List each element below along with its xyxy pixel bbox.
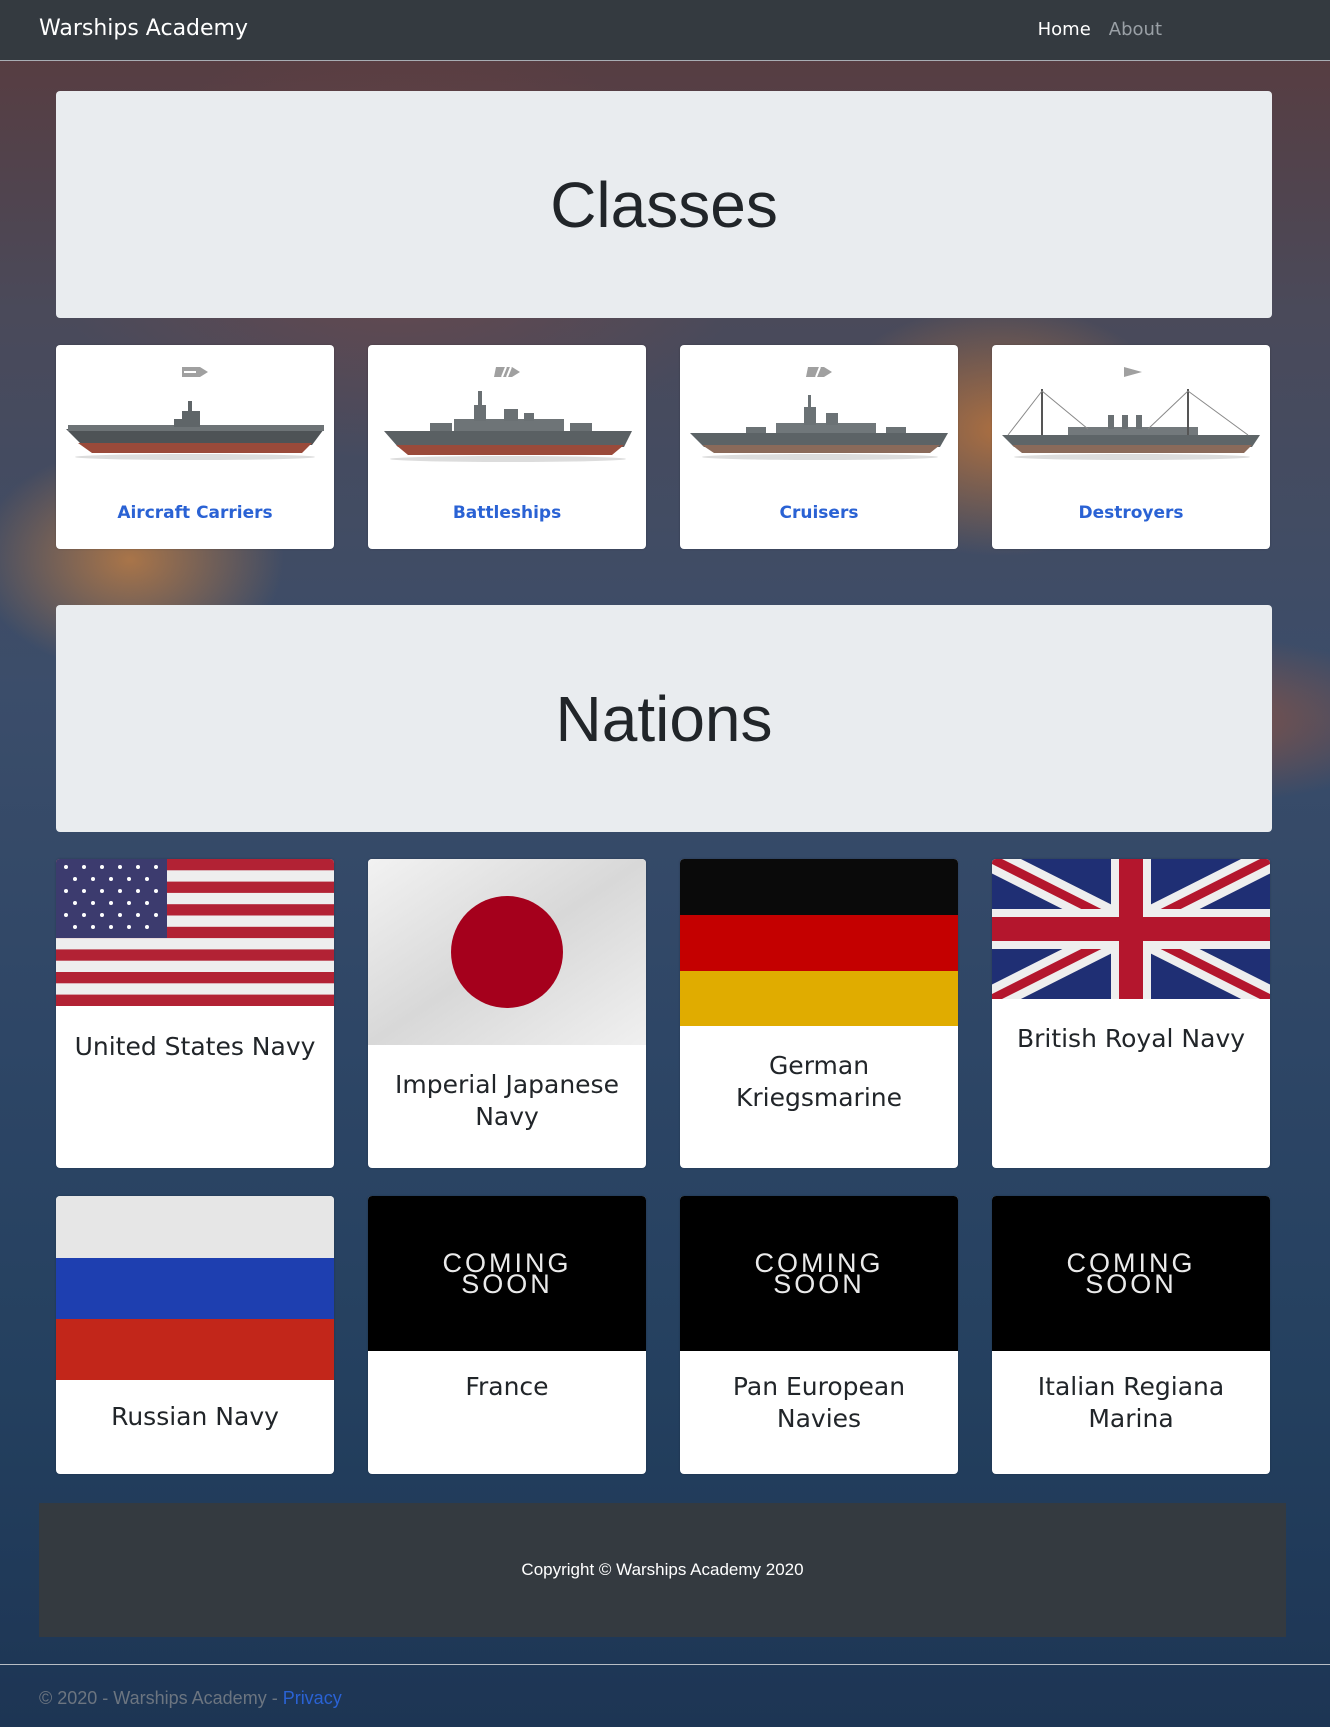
coming-soon-image: COMING SOON <box>680 1196 958 1351</box>
russia-flag-icon <box>56 1196 334 1380</box>
nation-name: France <box>465 1372 549 1401</box>
uk-flag-icon <box>992 859 1270 999</box>
nation-name: Imperial Japanese Navy <box>395 1070 619 1131</box>
class-card-destroyers[interactable]: Destroyers <box>992 345 1270 549</box>
nations-jumbotron: Nations <box>56 605 1272 832</box>
nation-card-italy[interactable]: COMING SOON Italian Regiana Marina <box>992 1196 1270 1474</box>
nation-card-united-kingdom[interactable]: British Royal Navy <box>992 859 1270 1168</box>
nation-name: United States Navy <box>74 1032 316 1061</box>
destroyer-image <box>992 345 1270 475</box>
nation-card-united-states[interactable]: United States Navy <box>56 859 334 1168</box>
nation-name: Russian Navy <box>111 1402 279 1431</box>
nations-heading: Nations <box>555 682 773 755</box>
footer-divider <box>0 1664 1330 1665</box>
cruiser-class-icon <box>806 366 832 378</box>
nav-about-link[interactable]: About <box>1109 19 1162 40</box>
japan-flag-icon <box>368 859 646 1045</box>
coming-soon-text-2: SOON <box>773 1268 865 1299</box>
cruiser-image <box>680 345 958 475</box>
class-card-aircraft-carriers[interactable]: Aircraft Carriers <box>56 345 334 549</box>
aircraft-carrier-class-icon <box>182 367 208 377</box>
battleship-image <box>368 345 646 475</box>
destroyer-ship-icon <box>1002 389 1260 460</box>
nation-card-pan-european[interactable]: COMING SOON Pan European Navies <box>680 1196 958 1474</box>
nav-links: Home About <box>1038 19 1162 40</box>
brand-link[interactable]: Warships Academy <box>39 16 248 41</box>
nation-card-japan[interactable]: Imperial Japanese Navy <box>368 859 646 1168</box>
bottom-footer: © 2020 - Warships Academy - Privacy <box>39 1688 342 1709</box>
coming-soon-text-2: SOON <box>461 1268 553 1299</box>
coming-soon-text-2: SOON <box>1085 1268 1177 1299</box>
aircraft-carriers-link[interactable]: Aircraft Carriers <box>56 503 334 523</box>
privacy-link[interactable]: Privacy <box>283 1688 342 1708</box>
battleships-link[interactable]: Battleships <box>368 503 646 523</box>
germany-flag-icon <box>680 859 958 1026</box>
nation-name: British Royal Navy <box>1016 1024 1246 1053</box>
top-navbar: Warships Academy Home About <box>0 0 1330 61</box>
coming-soon-image: COMING SOON <box>368 1196 646 1351</box>
nation-name: Italian Regiana Marina <box>1037 1372 1225 1433</box>
nav-home-link[interactable]: Home <box>1038 19 1091 40</box>
aircraft-carrier-ship-icon <box>66 401 324 460</box>
copyright-footer: Copyright © Warships Academy 2020 <box>39 1503 1286 1637</box>
classes-jumbotron: Classes <box>56 91 1272 318</box>
coming-soon-image: COMING SOON <box>992 1196 1270 1351</box>
classes-heading: Classes <box>550 168 778 241</box>
nation-card-russia[interactable]: Russian Navy <box>56 1196 334 1474</box>
us-flag-icon <box>56 859 334 1006</box>
carrier-image <box>56 345 334 475</box>
nation-name: Pan European Navies <box>732 1372 906 1433</box>
nation-card-germany[interactable]: German Kriegsmarine <box>680 859 958 1168</box>
destroyer-class-icon <box>1124 367 1142 377</box>
class-card-cruisers[interactable]: Cruisers <box>680 345 958 549</box>
bottom-footer-text: © 2020 - Warships Academy - <box>39 1688 283 1708</box>
cruiser-ship-icon <box>690 395 948 460</box>
battleship-class-icon <box>494 366 520 378</box>
class-card-battleships[interactable]: Battleships <box>368 345 646 549</box>
destroyers-link[interactable]: Destroyers <box>992 503 1270 523</box>
battleship-ship-icon <box>384 391 632 462</box>
cruisers-link[interactable]: Cruisers <box>680 503 958 523</box>
nation-card-france[interactable]: COMING SOON France <box>368 1196 646 1474</box>
copyright-text: Copyright © Warships Academy 2020 <box>521 1560 804 1579</box>
nation-name: German Kriegsmarine <box>735 1051 902 1112</box>
